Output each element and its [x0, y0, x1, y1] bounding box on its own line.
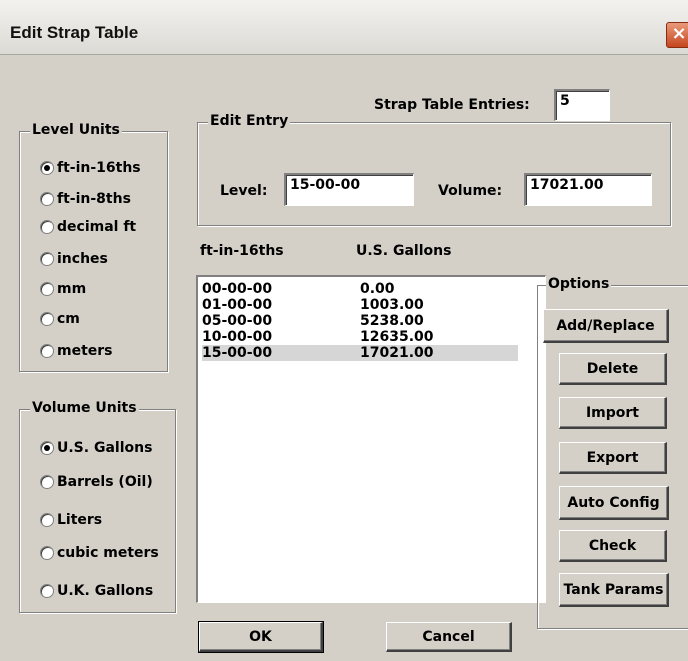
radio-level-decimal-ft[interactable]: decimal ft: [40, 219, 136, 235]
radio-label: mm: [57, 281, 87, 297]
radio-label: U.S. Gallons: [57, 440, 153, 456]
radio-icon: [40, 312, 54, 326]
column-header-volume: U.S. Gallons: [356, 243, 452, 259]
radio-checked-icon: [40, 161, 54, 175]
radio-label: cubic meters: [57, 545, 159, 561]
radio-level-meters[interactable]: meters: [40, 343, 113, 359]
cancel-button[interactable]: Cancel: [386, 622, 512, 652]
radio-volume-barrels[interactable]: Barrels (Oil): [40, 474, 153, 490]
ok-button[interactable]: OK: [198, 621, 324, 653]
radio-icon: [40, 344, 54, 358]
delete-button[interactable]: Delete: [559, 353, 667, 385]
radio-volume-cubic-meters[interactable]: cubic meters: [40, 545, 159, 561]
radio-volume-uk-gallons[interactable]: U.K. Gallons: [40, 583, 153, 599]
radio-label: Barrels (Oil): [57, 474, 153, 490]
volume-input[interactable]: 17021.00: [524, 173, 652, 206]
list-item[interactable]: 10-00-00 12635.00: [202, 329, 518, 345]
radio-icon: [40, 252, 54, 266]
tank-params-button[interactable]: Tank Params: [559, 573, 669, 607]
radio-icon: [40, 192, 54, 206]
radio-icon: [40, 513, 54, 527]
radio-volume-us-gallons[interactable]: U.S. Gallons: [40, 440, 152, 456]
column-header-level: ft-in-16ths: [200, 243, 284, 259]
list-item[interactable]: 00-00-00 0.00: [202, 281, 518, 297]
level-units-legend: Level Units: [30, 122, 122, 138]
radio-label: Liters: [57, 512, 103, 528]
radio-label: decimal ft: [57, 219, 137, 235]
entries-field[interactable]: 5: [554, 89, 610, 121]
radio-icon: [40, 220, 54, 234]
entries-label: Strap Table Entries:: [374, 97, 530, 113]
close-icon[interactable]: ×: [666, 22, 688, 48]
radio-volume-liters[interactable]: Liters: [40, 512, 102, 528]
radio-label: cm: [57, 311, 80, 327]
radio-icon: [40, 282, 54, 296]
radio-label: meters: [57, 343, 113, 359]
title-bar[interactable]: Edit Strap Table ×: [0, 0, 688, 55]
window-title: Edit Strap Table: [10, 23, 139, 42]
import-button[interactable]: Import: [559, 397, 667, 429]
volume-units-legend: Volume Units: [30, 400, 139, 416]
check-button[interactable]: Check: [559, 530, 667, 562]
radio-label: inches: [57, 251, 108, 267]
edit-entry-legend: Edit Entry: [208, 113, 291, 129]
radio-icon: [40, 584, 54, 598]
level-input[interactable]: 15-00-00: [284, 173, 414, 206]
volume-label: Volume:: [438, 183, 503, 199]
list-item-selected[interactable]: 15-00-00 17021.00: [202, 345, 518, 361]
radio-label: ft-in-16ths: [57, 160, 141, 176]
options-legend: Options: [546, 276, 612, 292]
radio-label: U.K. Gallons: [57, 583, 154, 599]
list-item[interactable]: 01-00-00 1003.00: [202, 297, 518, 313]
radio-level-inches[interactable]: inches: [40, 251, 108, 267]
radio-level-ft-in-8ths[interactable]: ft-in-8ths: [40, 191, 131, 207]
auto-config-button[interactable]: Auto Config: [559, 486, 669, 520]
radio-level-ft-in-16ths[interactable]: ft-in-16ths: [40, 160, 141, 176]
radio-label: ft-in-8ths: [57, 191, 131, 207]
radio-level-cm[interactable]: cm: [40, 311, 80, 327]
list-item[interactable]: 05-00-00 5238.00: [202, 313, 518, 329]
level-label: Level:: [220, 183, 268, 199]
radio-checked-icon: [40, 441, 54, 455]
radio-icon: [40, 546, 54, 560]
strap-table-list[interactable]: 00-00-00 0.00 01-00-00 1003.00 05-00-00 523…: [196, 275, 546, 603]
radio-level-mm[interactable]: mm: [40, 281, 86, 297]
add-replace-button[interactable]: Add/Replace: [543, 309, 669, 343]
export-button[interactable]: Export: [559, 442, 667, 474]
radio-icon: [40, 475, 54, 489]
